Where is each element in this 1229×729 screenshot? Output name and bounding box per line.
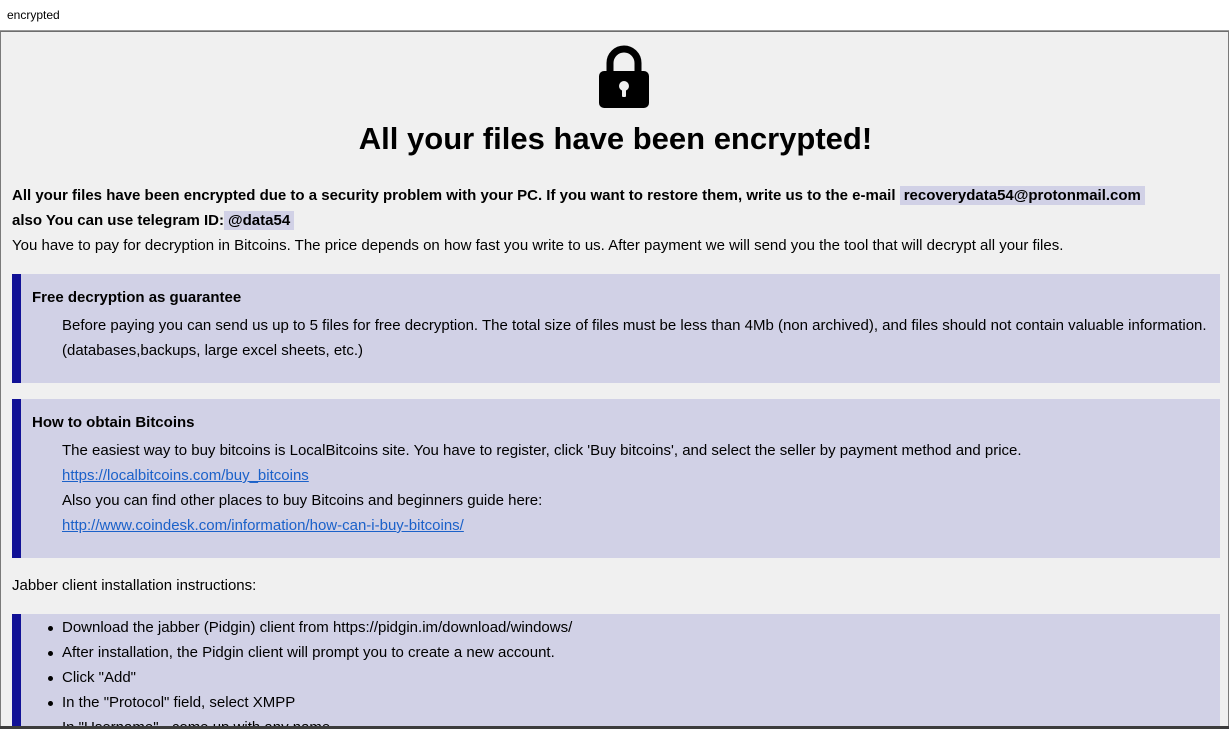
step-text: After installation, the Pidgin client wi… [62,644,555,661]
page-title: All your files have been encrypted! [358,121,873,156]
jabber-intro: Jabber client installation instructions: [12,577,257,594]
step-text: In the "Protocol" field, select XMPP [62,694,296,711]
list-item: After installation, the Pidgin client wi… [48,642,572,667]
bitcoins-box: How to obtain Bitcoins The easiest way t… [12,399,1220,558]
payment-info: You have to pay for decryption in Bitcoi… [12,237,1064,254]
guarantee-text-1: Before paying you can send us up to 5 fi… [62,317,1207,334]
guarantee-title: Free decryption as guarantee [32,289,242,306]
list-item: Click "Add" [48,667,572,692]
window-title: encrypted [7,8,60,22]
step-text: Download the jabber (Pidgin) client from… [62,619,573,636]
window-titlebar: encrypted [0,0,1229,31]
bitcoins-text-2: Also you can find other places to buy Bi… [62,492,543,509]
step-text: Click "Add" [62,669,137,686]
telegram-label: also You can use telegram ID: [12,212,225,229]
bullet-icon [48,676,53,681]
jabber-box: Download the jabber (Pidgin) client from… [12,614,1220,726]
intro-line-1: All your files have been encrypted due t… [12,185,1145,207]
localbitcoins-link[interactable]: https://localbitcoins.com/buy_bitcoins [62,467,309,484]
coindesk-link-row: http://www.coindesk.com/information/how-… [62,517,464,534]
bitcoins-text-1: The easiest way to buy bitcoins is Local… [62,442,1022,459]
intro-line-2: also You can use telegram ID: @data54 [12,210,295,232]
contact-email[interactable]: recoverydata54@protonmail.com [899,186,1145,205]
intro-text: All your files have been encrypted due t… [12,187,896,204]
localbitcoins-link-row: https://localbitcoins.com/buy_bitcoins [62,467,309,484]
bullet-icon [48,626,53,631]
guarantee-text-2: (databases,backups, large excel sheets, … [62,342,363,359]
list-item: In the "Protocol" field, select XMPP [48,692,572,717]
jabber-steps-list: Download the jabber (Pidgin) client from… [48,617,573,726]
ransom-note-page[interactable]: All your files have been encrypted! All … [0,31,1229,727]
bullet-icon [48,701,53,706]
bitcoins-title: How to obtain Bitcoins [32,414,195,431]
list-item: Download the jabber (Pidgin) client from… [48,617,573,642]
coindesk-link[interactable]: http://www.coindesk.com/information/how-… [62,517,464,534]
bullet-icon [48,651,53,656]
lock-icon [599,45,649,108]
telegram-id[interactable]: @data54 [224,211,295,230]
guarantee-box: Free decryption as guarantee Before payi… [12,274,1220,383]
